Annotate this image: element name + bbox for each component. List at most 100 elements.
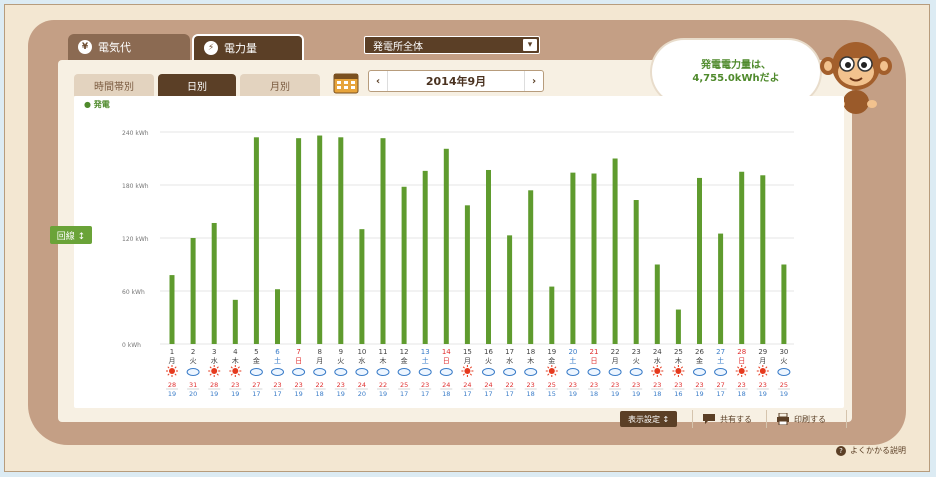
temp-high: 24 (358, 381, 366, 389)
sun-ray (547, 373, 550, 376)
subtab-daily[interactable]: 日別 (158, 74, 236, 96)
temp-high: 22 (379, 381, 387, 389)
sun-ray (737, 373, 740, 376)
bar (633, 200, 639, 344)
cloud-icon (355, 368, 369, 376)
yen-icon: ¥ (78, 40, 92, 54)
sun-ray (744, 366, 747, 369)
tab-electricity-cost-label: 電気代 (98, 41, 131, 54)
weekday-label: 月 (759, 357, 766, 365)
unit-toggle-button[interactable]: 回線 ↕ (50, 226, 92, 244)
bubble-line-1: 発電電力量は、 (701, 60, 771, 71)
cloud-icon (418, 368, 432, 376)
weekday-label: 日 (591, 357, 598, 365)
sun-ray (673, 366, 676, 369)
bar (443, 148, 449, 344)
weekday-label: 日 (443, 357, 450, 365)
weekday-label: 日 (295, 357, 302, 365)
temp-low: 17 (273, 390, 281, 398)
weekday-label: 水 (358, 356, 365, 365)
date-selector: ‹ 2014年9月 › (368, 70, 544, 92)
help-label: よくかかる説明 (850, 446, 906, 455)
temp-high: 22 (316, 381, 324, 389)
cloud-icon (777, 368, 791, 376)
weekday-label: 木 (232, 356, 239, 365)
x-tick-label: 23 (632, 348, 641, 356)
display-settings-button[interactable]: 表示設定 ↕ (620, 411, 678, 427)
temp-low: 19 (759, 390, 767, 398)
temp-low: 17 (716, 390, 724, 398)
bottom-toolbar: 表示設定 ↕ 共有する 印刷する (614, 408, 850, 430)
weekday-label: 火 (633, 357, 640, 365)
subtab-monthly[interactable]: 月別 (240, 74, 320, 96)
sun-ray (758, 373, 761, 376)
y-tick-label: 120 kWh (122, 236, 149, 243)
temp-low: 19 (695, 390, 703, 398)
x-tick-label: 6 (275, 348, 280, 356)
sun-ray (547, 366, 550, 369)
calendar-icon[interactable] (332, 70, 360, 94)
temp-low: 18 (316, 390, 324, 398)
sun-icon (759, 368, 766, 374)
temp-low: 17 (421, 390, 429, 398)
sun-ray (230, 373, 233, 376)
temp-high: 31 (189, 381, 197, 389)
weekday-label: 金 (548, 356, 555, 365)
temp-low: 19 (632, 390, 640, 398)
x-tick-label: 15 (463, 348, 472, 356)
weekday-label: 土 (422, 356, 429, 365)
bar (232, 299, 238, 344)
weekday-label: 火 (337, 357, 344, 365)
plant-select[interactable]: 発電所全体 ▾ (364, 36, 540, 54)
help-link[interactable]: ? よくかかる説明 (836, 445, 906, 456)
sun-ray (765, 373, 768, 376)
sun-ray (174, 373, 177, 376)
weekday-label: 木 (527, 356, 534, 365)
chevron-down-icon: ▾ (523, 39, 537, 51)
x-tick-label: 14 (442, 348, 451, 356)
question-icon: ? (836, 445, 846, 456)
temp-low: 17 (252, 390, 260, 398)
tab-power-amount[interactable]: ⚡ 電力量 (192, 34, 304, 60)
sun-ray (167, 373, 170, 376)
print-label: 印刷する (794, 414, 826, 424)
bar (675, 309, 681, 344)
temp-high: 24 (484, 381, 492, 389)
sun-icon (169, 368, 175, 374)
temp-low: 19 (611, 390, 619, 398)
cloud-icon (524, 368, 538, 376)
temp-low: 20 (189, 390, 197, 398)
weekday-label: 月 (316, 357, 323, 365)
prev-month-button[interactable]: ‹ (369, 71, 388, 91)
x-tick-label: 1 (170, 348, 174, 356)
temp-high: 25 (548, 381, 556, 389)
cloud-icon (714, 368, 728, 376)
temp-high: 24 (442, 381, 450, 389)
subtab-hourly[interactable]: 時間帯別 (74, 74, 154, 96)
temp-low: 17 (463, 390, 471, 398)
lightning-icon: ⚡ (204, 41, 218, 55)
sun-ray (462, 373, 465, 376)
temp-high: 23 (653, 381, 661, 389)
bar (760, 175, 766, 344)
weekday-label: 土 (717, 356, 724, 365)
cloud-icon (292, 368, 306, 376)
sun-ray (237, 366, 240, 369)
share-button[interactable]: 共有する (702, 408, 752, 430)
x-tick-label: 12 (400, 348, 409, 356)
temp-low: 20 (358, 390, 366, 398)
temp-high: 23 (611, 381, 619, 389)
bar (296, 138, 302, 344)
bar (718, 233, 724, 344)
x-tick-label: 3 (212, 348, 216, 356)
sun-ray (659, 373, 662, 376)
bar (781, 264, 787, 344)
tab-electricity-cost[interactable]: ¥ 電気代 (68, 34, 190, 60)
cloud-icon (397, 368, 411, 376)
x-tick-label: 27 (716, 348, 725, 356)
temp-high: 23 (569, 381, 577, 389)
next-month-button[interactable]: › (524, 71, 543, 91)
x-tick-label: 21 (590, 348, 599, 356)
cloud-icon (334, 368, 348, 376)
print-button[interactable]: 印刷する (776, 408, 826, 430)
